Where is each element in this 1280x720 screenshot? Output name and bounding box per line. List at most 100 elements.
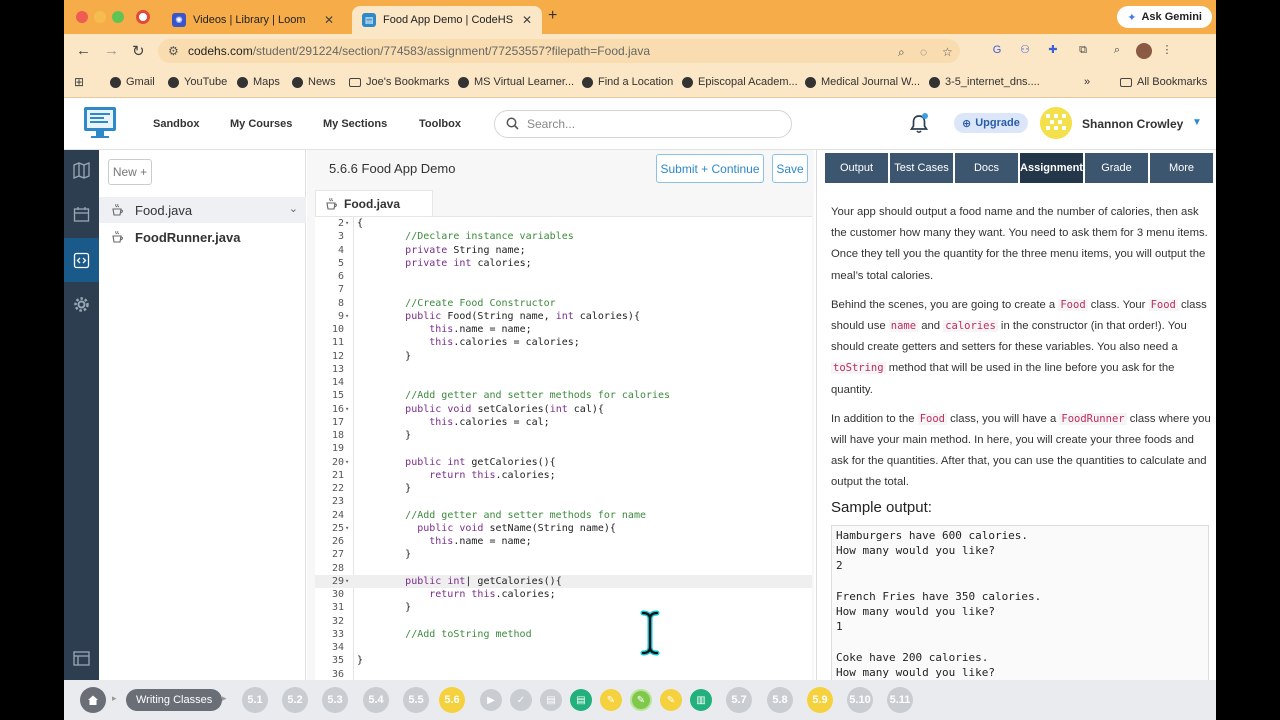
breadcrumb[interactable]: Writing Classes xyxy=(126,689,223,711)
extension-people-icon[interactable]: ⚇ xyxy=(1018,43,1032,57)
submit-continue-button[interactable]: Submit + Continue xyxy=(656,154,764,183)
code-editor[interactable]: 2 ▾{ 3 //Declare instance variables 4 pri… xyxy=(315,216,812,680)
bookmark-ms-virtual[interactable]: MS Virtual Learner... xyxy=(458,76,574,88)
unit-5-4[interactable]: 5.4 xyxy=(363,687,389,713)
unit-5-3[interactable]: 5.3 xyxy=(322,687,348,713)
close-tab-icon[interactable]: ✕ xyxy=(324,13,334,27)
tab-assignment[interactable]: Assignment xyxy=(1020,153,1083,183)
user-name[interactable]: Shannon Crowley xyxy=(1082,117,1183,131)
tab-codehs[interactable]: ▤ Food App Demo | CodeHS ✕ xyxy=(352,6,542,34)
zoom-icon[interactable]: ⌕ xyxy=(898,45,905,60)
layout-panel-icon[interactable] xyxy=(73,650,90,667)
extension-g-icon[interactable]: G xyxy=(990,43,1004,57)
tab-output[interactable]: Output xyxy=(825,153,888,183)
code-line: 31 } xyxy=(331,602,412,614)
bookmark-youtube[interactable]: YouTube xyxy=(168,76,227,88)
apps-grid-icon[interactable]: ⊞ xyxy=(74,75,84,89)
editor-file-tab[interactable]: Food.java xyxy=(315,190,433,216)
reload-icon[interactable]: ↻ xyxy=(132,42,145,60)
avatar[interactable] xyxy=(1040,107,1072,139)
check-quiz-icon[interactable]: ✓ xyxy=(510,689,532,711)
home-button[interactable] xyxy=(80,687,106,713)
new-file-button[interactable]: New + xyxy=(108,159,152,185)
book-icon[interactable]: ▥ xyxy=(690,689,712,711)
code-line: 16 ▾ public void setCalories(int cal){ xyxy=(331,403,604,415)
bookmark-episcopal[interactable]: Episcopal Academ... xyxy=(682,76,798,88)
gear-icon[interactable] xyxy=(73,296,90,313)
bookmark-gmail[interactable]: Gmail xyxy=(110,76,155,88)
nav-my-courses[interactable]: My Courses xyxy=(230,118,292,130)
pencil-exercise-icon[interactable]: ✎ xyxy=(600,689,622,711)
unit-5-7[interactable]: 5.7 xyxy=(726,687,752,713)
extension-puzzle-blue-icon[interactable]: ✚ xyxy=(1046,43,1060,57)
file-item-food[interactable]: Food.java ⌄ xyxy=(99,197,306,223)
bookmark-folder-joes[interactable]: Joe's Bookmarks xyxy=(349,76,449,88)
document-icon[interactable]: ▤ xyxy=(540,689,562,711)
ask-gemini-button[interactable]: ✦ Ask Gemini xyxy=(1117,6,1212,28)
unit-5-2[interactable]: 5.2 xyxy=(282,687,308,713)
back-icon[interactable]: ← xyxy=(76,42,91,59)
unit-5-5[interactable]: 5.5 xyxy=(403,687,429,713)
nav-toolbox[interactable]: Toolbox xyxy=(419,118,461,130)
bookmark-medical-journal[interactable]: Medical Journal W... xyxy=(805,76,920,88)
video-icon[interactable]: ▶ xyxy=(480,689,502,711)
bookmarks-overflow-button[interactable]: » xyxy=(1084,76,1090,88)
tab-more[interactable]: More xyxy=(1150,153,1213,183)
new-tab-button[interactable]: + xyxy=(548,7,557,25)
nav-sandbox[interactable]: Sandbox xyxy=(153,118,199,130)
all-bookmarks[interactable]: All Bookmarks xyxy=(1120,76,1207,88)
record-icon[interactable] xyxy=(136,10,150,24)
tab-search-icon[interactable]: ⌕ xyxy=(1110,43,1124,57)
tab-loom[interactable]: ✺ Videos | Library | Loom ✕ xyxy=(162,6,344,34)
url-path: /student/291224/section/774583/assignmen… xyxy=(252,44,651,58)
notes-icon[interactable]: ▤ xyxy=(570,689,592,711)
unit-5-6-current[interactable]: 5.6 xyxy=(439,687,465,713)
calendar-icon[interactable] xyxy=(73,206,90,223)
maximize-window-dot[interactable] xyxy=(112,11,124,23)
bookmark-maps[interactable]: Maps xyxy=(237,76,280,88)
code-line: 11 this.calories = calories; xyxy=(331,337,580,349)
tab-docs[interactable]: Docs xyxy=(955,153,1018,183)
unit-5-11[interactable]: 5.11 xyxy=(887,687,913,713)
bookmark-star-icon[interactable]: ☆ xyxy=(942,45,953,59)
panel-tabs: Output Test Cases Docs Assignment Grade … xyxy=(825,153,1213,183)
search-input[interactable]: Search... xyxy=(494,110,792,138)
bookmark-internet-dns[interactable]: 3-5_internet_dns.... xyxy=(929,76,1040,88)
url-field[interactable]: ⚙ codehs.com/student/291224/section/7745… xyxy=(158,39,960,63)
bookmark-find-location[interactable]: Find a Location xyxy=(582,76,673,88)
code-icon[interactable] xyxy=(73,252,90,269)
tab-grade[interactable]: Grade xyxy=(1085,153,1148,183)
site-settings-icon[interactable]: ⚙ xyxy=(168,44,179,58)
notification-bell-icon[interactable] xyxy=(909,113,929,135)
unit-5-1[interactable]: 5.1 xyxy=(242,687,268,713)
chevron-down-icon[interactable]: ▼ xyxy=(1192,117,1202,128)
hide-icon[interactable]: ◌ xyxy=(920,45,927,59)
unit-5-8[interactable]: 5.8 xyxy=(767,687,793,713)
close-window-dot[interactable] xyxy=(76,11,88,23)
chevron-down-icon[interactable]: ⌄ xyxy=(289,202,298,215)
bookmark-label: Joe's Bookmarks xyxy=(366,76,450,88)
pencil-exercise-active-icon[interactable]: ✎ xyxy=(630,689,652,711)
unit-5-9[interactable]: 5.9 xyxy=(807,687,833,713)
minimize-window-dot[interactable] xyxy=(94,11,106,23)
search-icon xyxy=(506,117,519,130)
bookmark-label: Medical Journal W... xyxy=(821,76,921,88)
close-tab-icon[interactable]: ✕ xyxy=(522,13,532,27)
pencil-exercise-icon[interactable]: ✎ xyxy=(660,689,682,711)
sample-output-box: Hamburgers have 600 calories. How many w… xyxy=(831,525,1209,685)
browser-menu-icon[interactable]: ⋮ xyxy=(1160,43,1174,57)
unit-5-10[interactable]: 5.10 xyxy=(847,687,873,713)
upgrade-button[interactable]: ⊕ Upgrade xyxy=(954,113,1028,133)
save-button[interactable]: Save xyxy=(772,154,808,183)
profile-avatar-icon[interactable] xyxy=(1136,43,1152,59)
text: class. Your xyxy=(1087,298,1149,311)
bookmark-news[interactable]: News xyxy=(292,76,336,88)
extensions-puzzle-icon[interactable]: ⧉ xyxy=(1076,43,1090,57)
map-icon[interactable] xyxy=(73,162,90,179)
tab-test-cases[interactable]: Test Cases xyxy=(890,153,953,183)
codehs-logo-icon[interactable] xyxy=(82,105,118,141)
chevron-right-icon: ▸ xyxy=(112,693,117,703)
nav-my-sections[interactable]: My Sections xyxy=(323,118,387,130)
forward-icon[interactable]: → xyxy=(104,42,119,59)
file-item-foodrunner[interactable]: FoodRunner.java xyxy=(99,224,306,250)
